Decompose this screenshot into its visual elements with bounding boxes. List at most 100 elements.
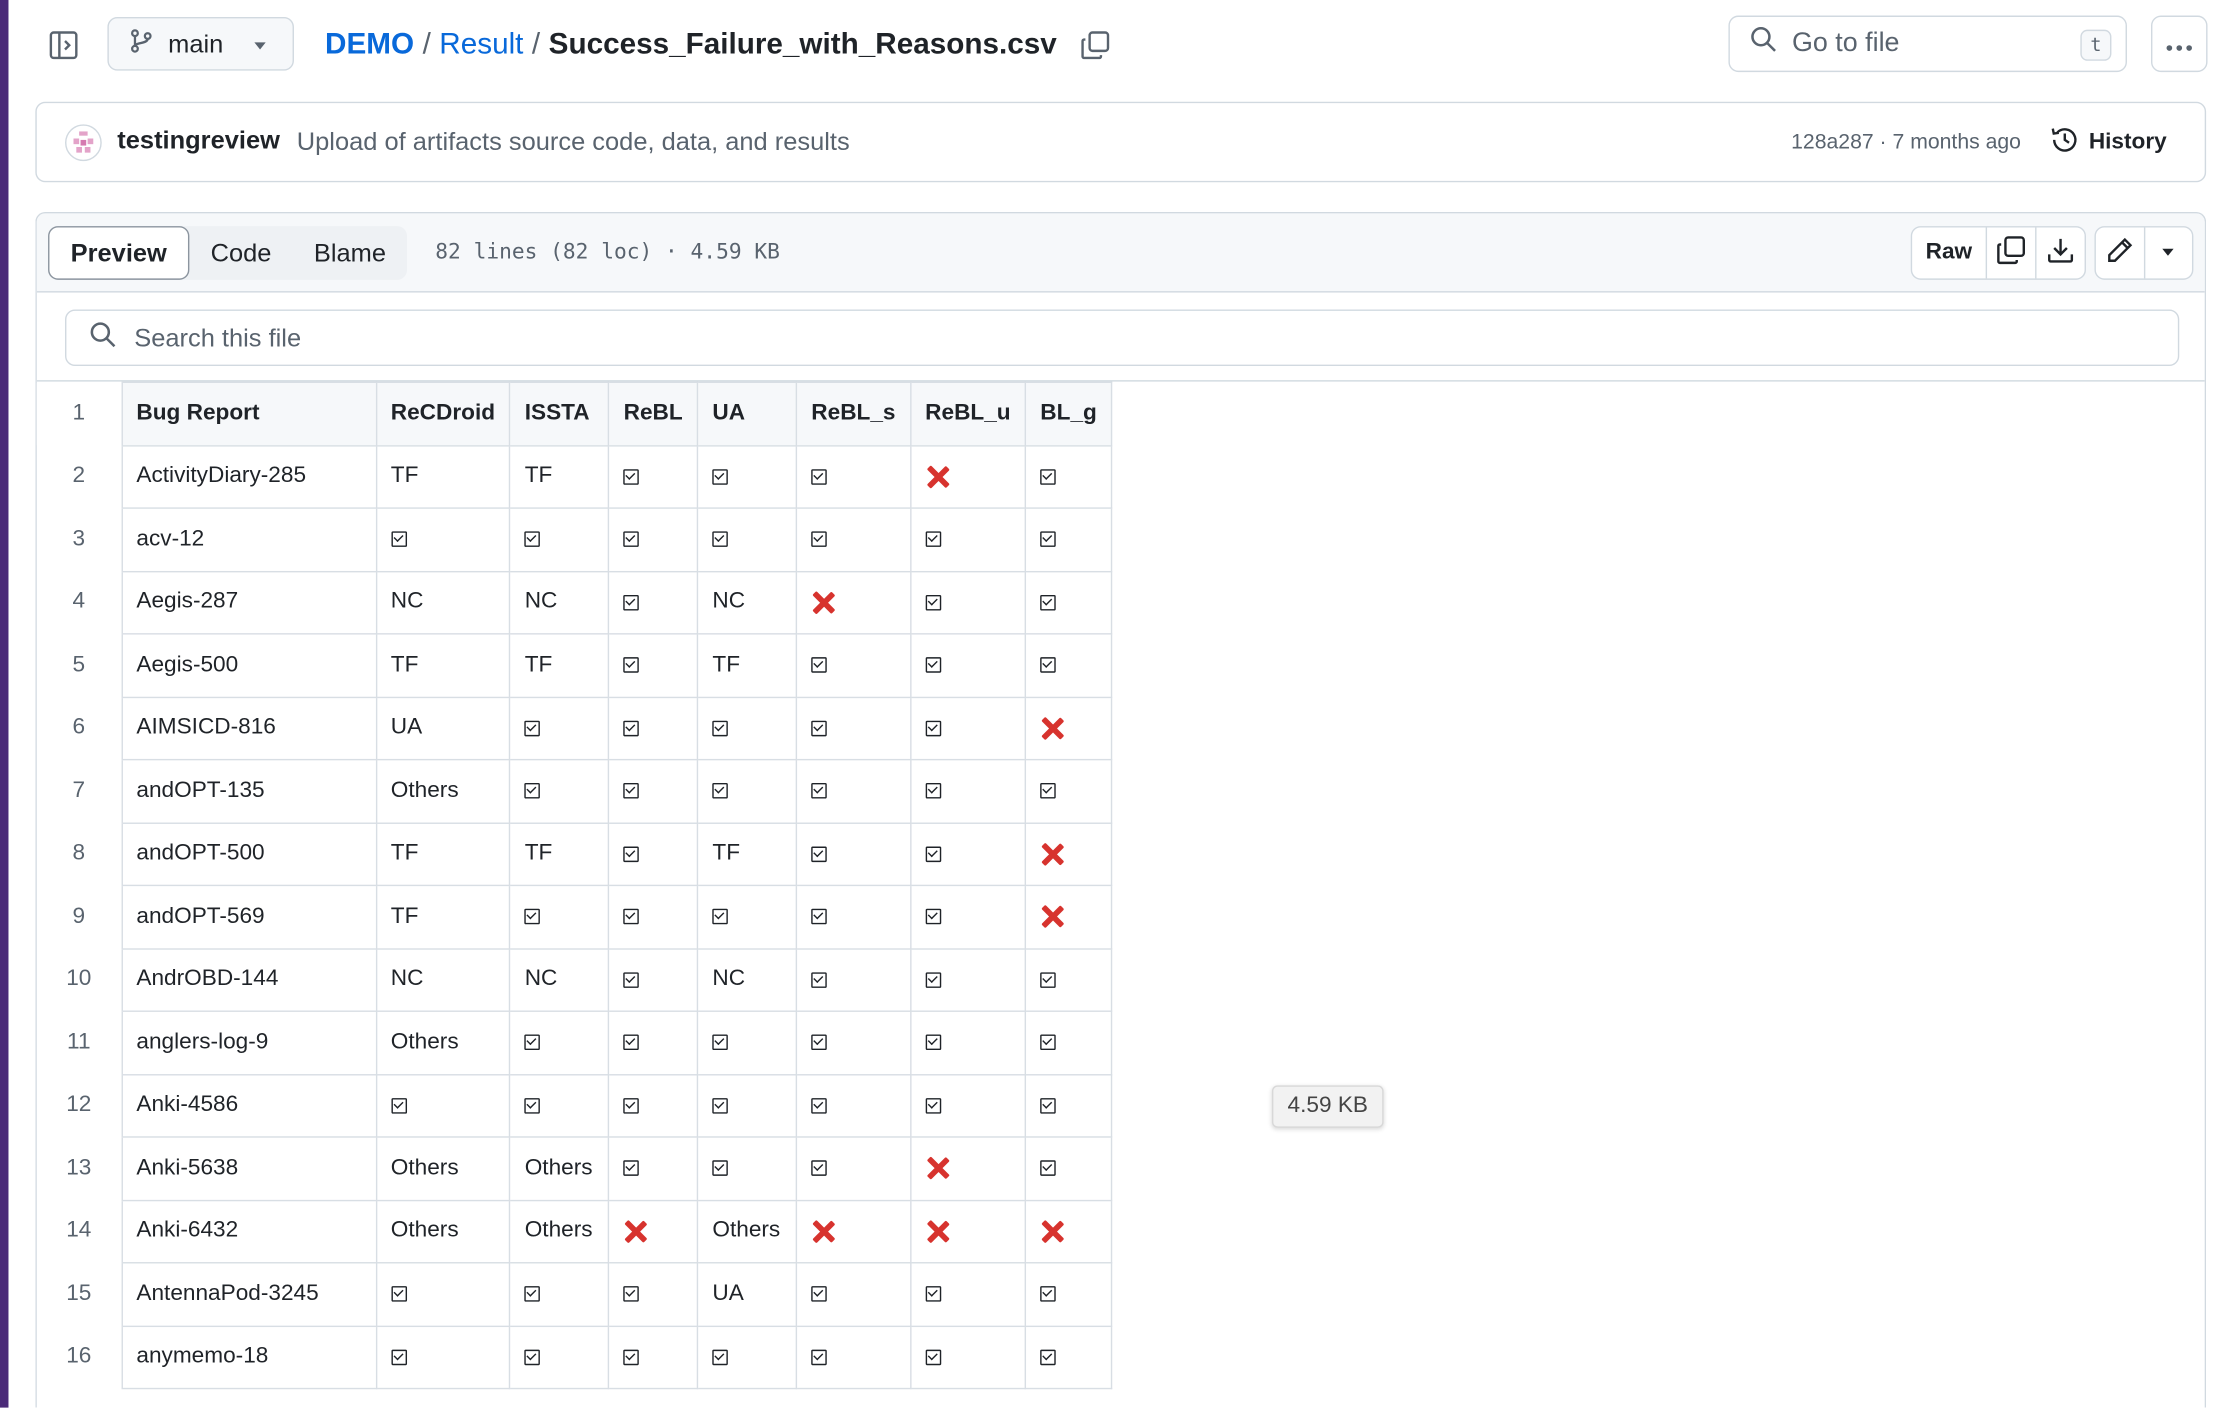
edit-options-dropdown[interactable] [2143, 227, 2192, 279]
breadcrumb-folder-link[interactable]: Result [439, 28, 523, 62]
table-cell-success [909, 1262, 1027, 1327]
line-number[interactable]: 1 [36, 382, 123, 446]
tab-blame[interactable]: Blame [293, 226, 408, 280]
table-cell: NC [375, 947, 511, 1012]
table-header-cell: BL_g [1024, 381, 1113, 446]
check-box-icon [712, 1097, 728, 1113]
sidebar-toggle-icon[interactable] [42, 24, 84, 66]
check-box-icon [524, 908, 541, 925]
table-cell-success [608, 507, 699, 572]
line-number[interactable]: 8 [36, 822, 123, 886]
line-number[interactable]: 4 [36, 570, 123, 634]
table-cell-success [795, 633, 912, 698]
check-box-icon [1040, 657, 1056, 673]
line-number[interactable]: 3 [36, 508, 123, 571]
table-cell-success [1024, 1010, 1113, 1075]
table-cell: Others [375, 758, 511, 824]
copy-raw-button[interactable] [1987, 228, 2035, 279]
table-cell: Others [509, 1136, 610, 1201]
branch-selector-button[interactable]: main [107, 16, 294, 71]
line-number[interactable]: 7 [36, 759, 123, 823]
keyboard-shortcut-badge: t [2080, 29, 2112, 61]
table-row: 6 AIMSICD-816 UA [36, 696, 1113, 761]
git-branch-icon [129, 28, 154, 61]
table-cell-success [1024, 444, 1113, 509]
check-box-icon [623, 531, 640, 547]
go-to-file-placeholder: Go to file [1792, 28, 1900, 58]
csv-table: 1 Bug Report ReCDroid ISSTA ReBL UA ReBL_s ReBL… [36, 381, 1113, 1390]
check-box-icon [811, 657, 827, 673]
table-cell: anglers-log-9 [120, 1010, 377, 1075]
check-box-icon [623, 908, 640, 925]
table-cell-failure [909, 444, 1027, 509]
go-to-file-input[interactable]: Go to file t [1728, 15, 2127, 73]
table-row: 8 andOPT-500 TF TF TF [36, 821, 1113, 887]
copy-path-icon[interactable] [1079, 30, 1110, 61]
line-number[interactable]: 14 [36, 1199, 123, 1263]
check-box-icon [524, 1097, 541, 1113]
check-box-icon [925, 1034, 941, 1051]
line-number[interactable]: 16 [36, 1325, 123, 1389]
table-cell: NC [509, 947, 610, 1012]
more-options-button[interactable] [2150, 15, 2208, 73]
check-box-icon [712, 531, 728, 547]
table-cell-failure [909, 1199, 1027, 1264]
line-number[interactable]: 2 [36, 445, 123, 509]
table-header-cell: ReCDroid [375, 381, 511, 446]
table-cell: TF [375, 444, 511, 509]
search-this-file-input[interactable]: Search this file [65, 309, 2180, 367]
table-cell-success [909, 821, 1027, 887]
check-box-icon [623, 594, 640, 610]
line-number[interactable]: 12 [36, 1074, 123, 1137]
line-number[interactable]: 15 [36, 1262, 123, 1326]
tab-code[interactable]: Code [189, 226, 292, 280]
table-cell-success [795, 758, 912, 824]
table-cell: TF [375, 633, 511, 698]
download-raw-button[interactable] [2035, 227, 2084, 279]
check-box-icon [712, 468, 728, 485]
table-cell-success [608, 696, 699, 761]
check-box-icon [925, 782, 941, 799]
check-box-icon [623, 468, 640, 485]
avatar[interactable] [65, 124, 102, 162]
table-cell-success [1024, 507, 1113, 572]
table-row: 4 Aegis-287 NC NC NC [36, 570, 1113, 635]
check-box-icon [712, 720, 728, 736]
file-viewer: Preview Code Blame 82 lines (82 loc) · 4… [35, 211, 2207, 1408]
table-cell: andOPT-569 [120, 884, 377, 950]
line-number[interactable]: 10 [36, 948, 123, 1012]
csv-table-container: 1 Bug Report ReCDroid ISSTA ReBL UA ReBL_s ReBL… [36, 381, 1113, 1390]
table-header-row: 1 Bug Report ReCDroid ISSTA ReBL UA ReBL_s ReBL… [36, 381, 1113, 446]
window-accent-bar [0, 0, 9, 1408]
raw-button[interactable]: Raw [1912, 227, 1988, 279]
commit-hash-age[interactable]: 128a287 · 7 months ago [1791, 130, 2021, 154]
table-row: 2 ActivityDiary-285 TF TF [36, 444, 1113, 509]
history-button[interactable]: History [2049, 123, 2167, 163]
check-box-icon [1040, 1097, 1056, 1113]
tab-preview[interactable]: Preview [48, 226, 190, 280]
table-cell: AntennaPod-3245 [120, 1262, 377, 1327]
check-box-icon [1040, 782, 1056, 799]
breadcrumb-repo-link[interactable]: DEMO [325, 28, 414, 62]
table-header-cell: ReBL_s [795, 381, 912, 446]
check-box-icon [712, 782, 728, 799]
table-cell-success [509, 758, 610, 824]
line-number[interactable]: 5 [36, 633, 123, 697]
table-cell-success [509, 1073, 610, 1138]
table-row: 5 Aegis-500 TF TF TF [36, 633, 1113, 698]
table-cell-success [1024, 1073, 1113, 1138]
edit-file-button[interactable] [2096, 228, 2143, 279]
table-cell-success [909, 758, 1027, 824]
check-box-icon [623, 971, 640, 988]
line-number[interactable]: 13 [36, 1136, 123, 1200]
commit-message-link[interactable]: Upload of artifacts source code, data, a… [297, 127, 850, 157]
table-cell-success [696, 444, 798, 509]
table-row: 16 anymemo-18 [36, 1324, 1113, 1390]
commit-author-link[interactable]: testingreview [117, 126, 280, 156]
table-cell: anymemo-18 [120, 1324, 377, 1390]
table-cell-success [375, 1073, 511, 1138]
line-number[interactable]: 6 [36, 696, 123, 760]
check-box-icon [623, 1097, 640, 1113]
line-number[interactable]: 11 [36, 1011, 123, 1075]
line-number[interactable]: 9 [36, 885, 123, 949]
